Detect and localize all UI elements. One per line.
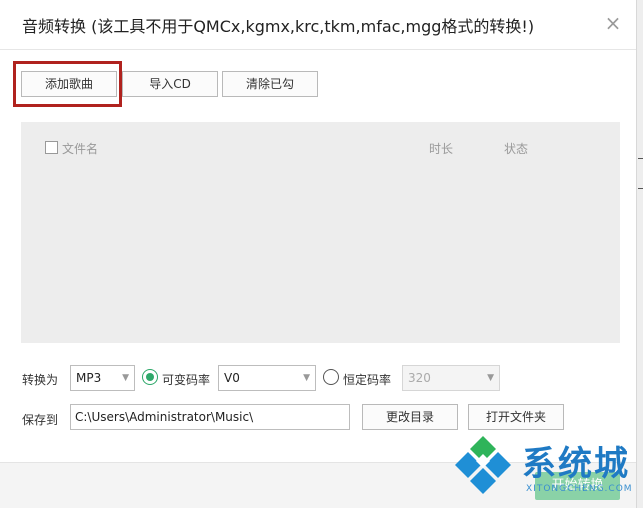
edge-mark bbox=[638, 188, 643, 189]
format-select[interactable]: MP3 ▼ bbox=[70, 365, 135, 391]
import-cd-button[interactable]: 导入CD bbox=[122, 71, 218, 97]
cbr-select: 320 ▼ bbox=[402, 365, 500, 391]
open-folder-button[interactable]: 打开文件夹 bbox=[468, 404, 564, 430]
audio-convert-dialog: 音频转换 (该工具不用于QMCx,kgmx,krc,tkm,mfac,mgg格式… bbox=[0, 0, 636, 508]
start-convert-button[interactable]: 开始转换 bbox=[535, 472, 620, 500]
title-bar: 音频转换 (该工具不用于QMCx,kgmx,krc,tkm,mfac,mgg格式… bbox=[0, 0, 636, 50]
clear-checked-button[interactable]: 清除已勾 bbox=[222, 71, 318, 97]
column-header-status: 状态 bbox=[504, 142, 529, 156]
cbr-label: 恒定码率 bbox=[343, 373, 392, 387]
vbr-radio[interactable] bbox=[142, 369, 158, 385]
chevron-down-icon: ▼ bbox=[303, 373, 310, 383]
save-to-label: 保存到 bbox=[22, 413, 59, 427]
vbr-label: 可变码率 bbox=[162, 373, 211, 387]
close-icon[interactable]: × bbox=[602, 12, 624, 34]
chevron-down-icon: ▼ bbox=[122, 373, 129, 383]
add-song-button[interactable]: 添加歌曲 bbox=[21, 71, 117, 97]
column-header-duration: 时长 bbox=[429, 142, 454, 156]
vbr-select[interactable]: V0 ▼ bbox=[218, 365, 316, 391]
change-directory-button[interactable]: 更改目录 bbox=[362, 404, 458, 430]
song-list[interactable]: 文件名 时长 状态 bbox=[21, 122, 620, 343]
chevron-down-icon: ▼ bbox=[487, 373, 494, 383]
column-header-filename: 文件名 bbox=[62, 142, 99, 156]
background-window-edge bbox=[636, 0, 643, 508]
dialog-title: 音频转换 (该工具不用于QMCx,kgmx,krc,tkm,mfac,mgg格式… bbox=[22, 17, 535, 36]
vbr-select-value: V0 bbox=[224, 371, 240, 385]
format-select-value: MP3 bbox=[76, 371, 102, 385]
cbr-select-value: 320 bbox=[408, 371, 431, 385]
select-all-checkbox[interactable] bbox=[45, 141, 58, 154]
convert-to-label: 转换为 bbox=[22, 373, 59, 387]
cbr-radio[interactable] bbox=[323, 369, 339, 385]
save-path-input[interactable]: C:\Users\Administrator\Music\ bbox=[70, 404, 350, 430]
edge-mark bbox=[638, 158, 643, 159]
